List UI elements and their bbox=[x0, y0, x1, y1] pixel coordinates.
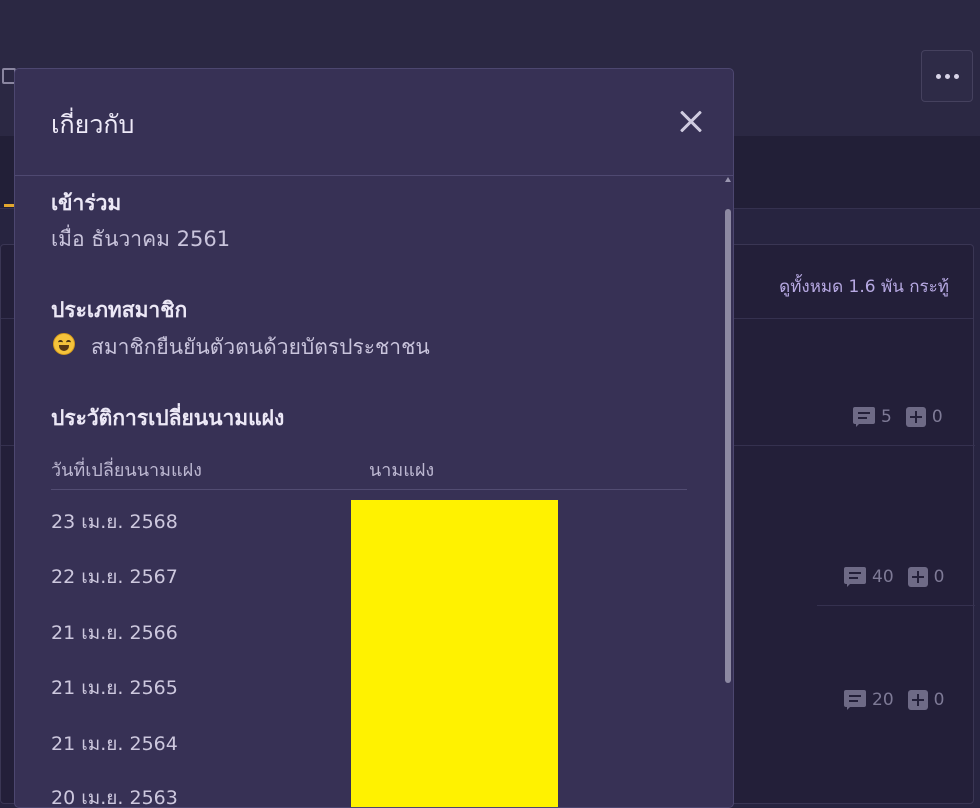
alias-row-date: 20 เม.ย. 2563 bbox=[51, 787, 178, 808]
column-header-alias: นามแฝง bbox=[369, 460, 435, 481]
alias-row-date: 21 เม.ย. 2565 bbox=[51, 677, 178, 699]
plus-count: 0 bbox=[933, 690, 945, 710]
joined-value: เมื่อ ธันวาคม 2561 bbox=[51, 227, 231, 251]
comment-count: 20 bbox=[872, 690, 894, 710]
column-header-date: วันที่เปลี่ยนนามแฝง bbox=[51, 460, 202, 481]
redacted-alias-block bbox=[351, 500, 558, 807]
about-modal: เกี่ยวกับ เข้าร่วม เมื่อ ธันวาคม 2561 ปร… bbox=[14, 68, 734, 808]
plus-icon[interactable] bbox=[905, 407, 926, 427]
alias-row-date: 22 เม.ย. 2567 bbox=[51, 566, 178, 588]
comment-icon bbox=[844, 567, 866, 587]
comment-icon bbox=[844, 690, 866, 710]
more-options-button[interactable] bbox=[921, 50, 973, 102]
topic-stats: 5 0 bbox=[853, 407, 943, 427]
topic-stats: 20 0 bbox=[844, 690, 944, 710]
joined-label: เข้าร่วม bbox=[51, 191, 122, 215]
more-icon-dot bbox=[944, 73, 950, 79]
alias-history-label: ประวัติการเปลี่ยนนามแฝง bbox=[51, 406, 285, 430]
plus-count: 0 bbox=[933, 567, 945, 587]
member-type-label: ประเภทสมาชิก bbox=[51, 298, 188, 322]
topic-stats: 40 0 bbox=[844, 567, 944, 587]
more-icon bbox=[935, 73, 941, 79]
row-divider bbox=[817, 605, 975, 606]
comment-count: 40 bbox=[872, 567, 894, 587]
scroll-up-arrow-icon[interactable] bbox=[725, 177, 731, 182]
smiley-icon bbox=[53, 333, 75, 355]
modal-title: เกี่ยวกับ bbox=[51, 110, 135, 139]
plus-icon[interactable] bbox=[907, 690, 928, 710]
plus-count: 0 bbox=[931, 407, 943, 427]
alias-row-date: 23 เม.ย. 2568 bbox=[51, 511, 178, 533]
scrollbar-thumb[interactable] bbox=[725, 209, 731, 683]
member-type-value: สมาชิกยืนยันตัวตนด้วยบัตรประชาชน bbox=[91, 335, 430, 359]
comment-count: 5 bbox=[881, 407, 892, 427]
alias-table-header: วันที่เปลี่ยนนามแฝง นามแฝง bbox=[51, 453, 687, 490]
alias-row-date: 21 เม.ย. 2564 bbox=[51, 733, 178, 755]
comment-icon bbox=[853, 407, 875, 427]
plus-icon[interactable] bbox=[907, 567, 928, 587]
modal-scrollbar[interactable] bbox=[723, 177, 733, 807]
more-icon-dot bbox=[953, 73, 959, 79]
view-all-topics-link[interactable]: ดูทั้งหมด 1.6 พัน กระทู้ bbox=[779, 273, 949, 300]
alias-row-date: 21 เม.ย. 2566 bbox=[51, 622, 178, 644]
close-icon[interactable] bbox=[676, 107, 706, 137]
modal-header: เกี่ยวกับ bbox=[15, 69, 733, 176]
